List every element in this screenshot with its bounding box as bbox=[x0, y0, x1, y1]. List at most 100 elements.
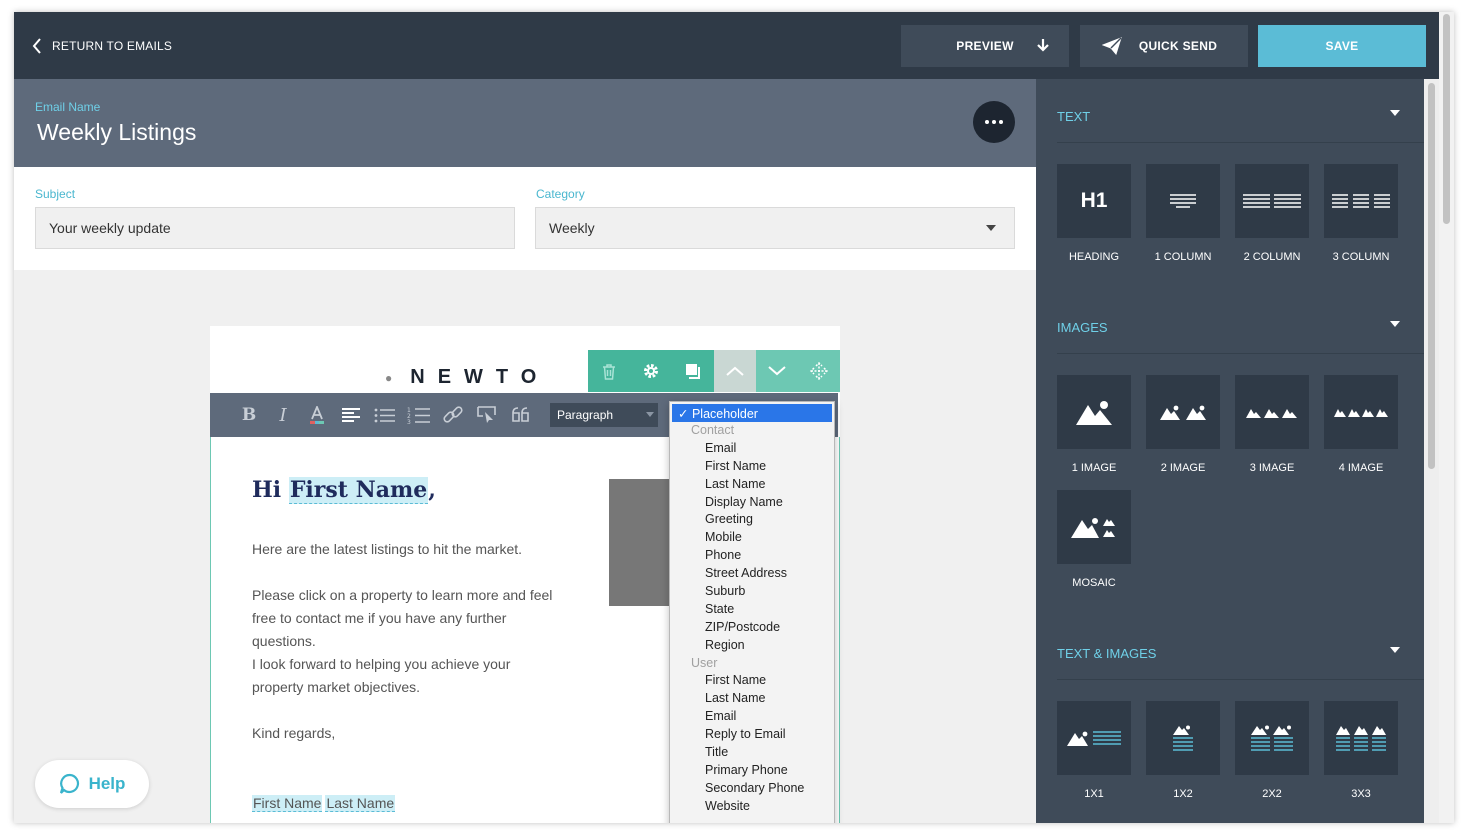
align-button[interactable] bbox=[334, 400, 368, 430]
numbered-list-button[interactable]: 123 bbox=[402, 400, 436, 430]
dropdown-option[interactable]: First Name bbox=[670, 672, 834, 690]
tile-label: 3X3 bbox=[1351, 788, 1371, 800]
two-image-icon bbox=[1160, 405, 1206, 420]
dropdown-option[interactable]: Reply to Email bbox=[670, 726, 834, 744]
3x3-block-tile[interactable] bbox=[1324, 701, 1398, 775]
one-image-block-tile[interactable] bbox=[1057, 375, 1131, 449]
button-insert-button[interactable] bbox=[470, 400, 504, 430]
move-up-button[interactable] bbox=[714, 350, 756, 392]
image-placeholder[interactable] bbox=[609, 479, 673, 606]
text-color-button[interactable] bbox=[300, 400, 334, 430]
dropdown-option[interactable]: Phone bbox=[670, 547, 834, 565]
drag-block-handle[interactable] bbox=[798, 350, 840, 392]
return-to-emails-button[interactable]: RETURN TO EMAILS bbox=[32, 34, 172, 58]
1x1-block-tile[interactable] bbox=[1057, 701, 1131, 775]
align-left-icon bbox=[342, 408, 360, 422]
four-image-block-tile[interactable] bbox=[1324, 375, 1398, 449]
quick-send-label: QUICK SEND bbox=[1138, 39, 1218, 53]
two-column-block-tile[interactable] bbox=[1235, 164, 1309, 238]
dropdown-option[interactable]: Mobile bbox=[670, 529, 834, 547]
one-column-block-tile[interactable] bbox=[1146, 164, 1220, 238]
dropdown-option[interactable]: Last Name bbox=[670, 690, 834, 708]
cursor-button-icon bbox=[477, 406, 496, 423]
more-options-button[interactable] bbox=[973, 101, 1015, 143]
arrow-down-icon bbox=[1037, 39, 1049, 52]
collapse-text-images-section-icon[interactable] bbox=[1390, 647, 1400, 653]
dropdown-option[interactable]: Email bbox=[670, 440, 834, 458]
divider bbox=[1057, 142, 1424, 143]
2x2-icon bbox=[1251, 725, 1293, 751]
panel-scrollbar[interactable] bbox=[1424, 79, 1439, 823]
app-window: RETURN TO EMAILS PREVIEW QUICK SEND SAVE… bbox=[14, 12, 1454, 823]
signature-name[interactable]: First Name Last Name bbox=[252, 795, 398, 812]
three-column-block-tile[interactable] bbox=[1324, 164, 1398, 238]
dropdown-option[interactable]: Email bbox=[670, 708, 834, 726]
tile-label: 2 IMAGE bbox=[1160, 462, 1206, 474]
three-image-block-tile[interactable] bbox=[1235, 375, 1309, 449]
chevron-left-icon bbox=[32, 38, 41, 54]
dropdown-option[interactable]: Suburb bbox=[670, 583, 834, 601]
subject-input[interactable]: Your weekly update bbox=[35, 207, 515, 249]
1x2-block-tile[interactable] bbox=[1146, 701, 1220, 775]
link-button[interactable] bbox=[436, 400, 470, 430]
body-paragraph[interactable]: Here are the latest listings to hit the … bbox=[252, 538, 562, 561]
italic-icon: I bbox=[279, 404, 287, 426]
save-button[interactable]: SAVE bbox=[1258, 25, 1426, 67]
dropdown-option[interactable]: Region bbox=[670, 637, 834, 655]
dropdown-option[interactable]: Secondary Phone bbox=[670, 780, 834, 798]
first-name-placeholder[interactable]: First Name bbox=[288, 477, 429, 504]
mosaic-block-tile[interactable] bbox=[1057, 490, 1131, 564]
move-down-button[interactable] bbox=[756, 350, 798, 392]
heading-block-tile[interactable]: H1 bbox=[1057, 164, 1131, 238]
dropdown-option[interactable]: Street Address bbox=[670, 565, 834, 583]
category-label: Category bbox=[536, 187, 585, 201]
dropdown-option[interactable]: First Name bbox=[670, 458, 834, 476]
bold-button[interactable]: B bbox=[232, 400, 266, 430]
last-name-placeholder[interactable]: Last Name bbox=[325, 795, 396, 812]
bullet-list-button[interactable] bbox=[368, 400, 402, 430]
h1-icon: H1 bbox=[1080, 189, 1108, 212]
collapse-text-section-icon[interactable] bbox=[1390, 110, 1400, 116]
dropdown-selected-option[interactable]: ✓ Placeholder bbox=[672, 404, 832, 422]
dropdown-option[interactable]: Title bbox=[670, 744, 834, 762]
mosaic-icon bbox=[1071, 518, 1115, 538]
dropdown-option[interactable]: Primary Phone bbox=[670, 762, 834, 780]
body-paragraph[interactable]: Kind regards, bbox=[252, 722, 562, 745]
chevron-up-icon bbox=[726, 366, 744, 376]
1x1-icon bbox=[1067, 731, 1121, 746]
page-scrollbar[interactable] bbox=[1439, 12, 1454, 823]
first-name-placeholder[interactable]: First Name bbox=[252, 795, 323, 812]
body-paragraph[interactable]: I look forward to helping you achieve yo… bbox=[252, 653, 537, 699]
category-select[interactable]: Weekly bbox=[535, 207, 1015, 249]
italic-button[interactable]: I bbox=[266, 400, 300, 430]
greeting-heading[interactable]: Hi First Name, bbox=[252, 477, 436, 504]
bullet-list-icon bbox=[374, 408, 395, 422]
preview-button[interactable]: PREVIEW bbox=[901, 25, 1069, 67]
placeholder-dropdown[interactable]: ✓ Placeholder Contact Email First Name L… bbox=[669, 401, 835, 823]
panel-scrollbar-thumb[interactable] bbox=[1428, 83, 1435, 469]
paragraph-style-select[interactable]: Paragraph bbox=[550, 403, 658, 427]
caret-down-icon bbox=[986, 225, 996, 231]
delete-block-button[interactable] bbox=[588, 350, 630, 392]
dropdown-option[interactable]: Last Name bbox=[670, 476, 834, 494]
section-title-text-images: TEXT & IMAGES bbox=[1057, 646, 1157, 661]
return-to-emails-label: RETURN TO EMAILS bbox=[52, 39, 173, 53]
body-paragraph[interactable]: Please click on a property to learn more… bbox=[252, 584, 557, 653]
block-settings-button[interactable] bbox=[630, 350, 672, 392]
dropdown-option[interactable]: Website bbox=[670, 798, 834, 816]
dropdown-option[interactable]: ZIP/Postcode bbox=[670, 619, 834, 637]
1x2-icon bbox=[1173, 725, 1193, 751]
2x2-block-tile[interactable] bbox=[1235, 701, 1309, 775]
help-label: Help bbox=[88, 774, 126, 793]
duplicate-block-button[interactable] bbox=[672, 350, 714, 392]
help-button[interactable]: Help bbox=[35, 760, 149, 808]
quick-send-button[interactable]: QUICK SEND bbox=[1080, 25, 1248, 67]
dropdown-option[interactable]: Display Name bbox=[670, 494, 834, 512]
dropdown-option[interactable]: Greeting bbox=[670, 511, 834, 529]
dropdown-option[interactable]: State bbox=[670, 601, 834, 619]
quote-button[interactable] bbox=[504, 400, 538, 430]
email-name-value[interactable]: Weekly Listings bbox=[37, 119, 196, 146]
page-scrollbar-thumb[interactable] bbox=[1443, 14, 1450, 224]
collapse-images-section-icon[interactable] bbox=[1390, 321, 1400, 327]
two-image-block-tile[interactable] bbox=[1146, 375, 1220, 449]
